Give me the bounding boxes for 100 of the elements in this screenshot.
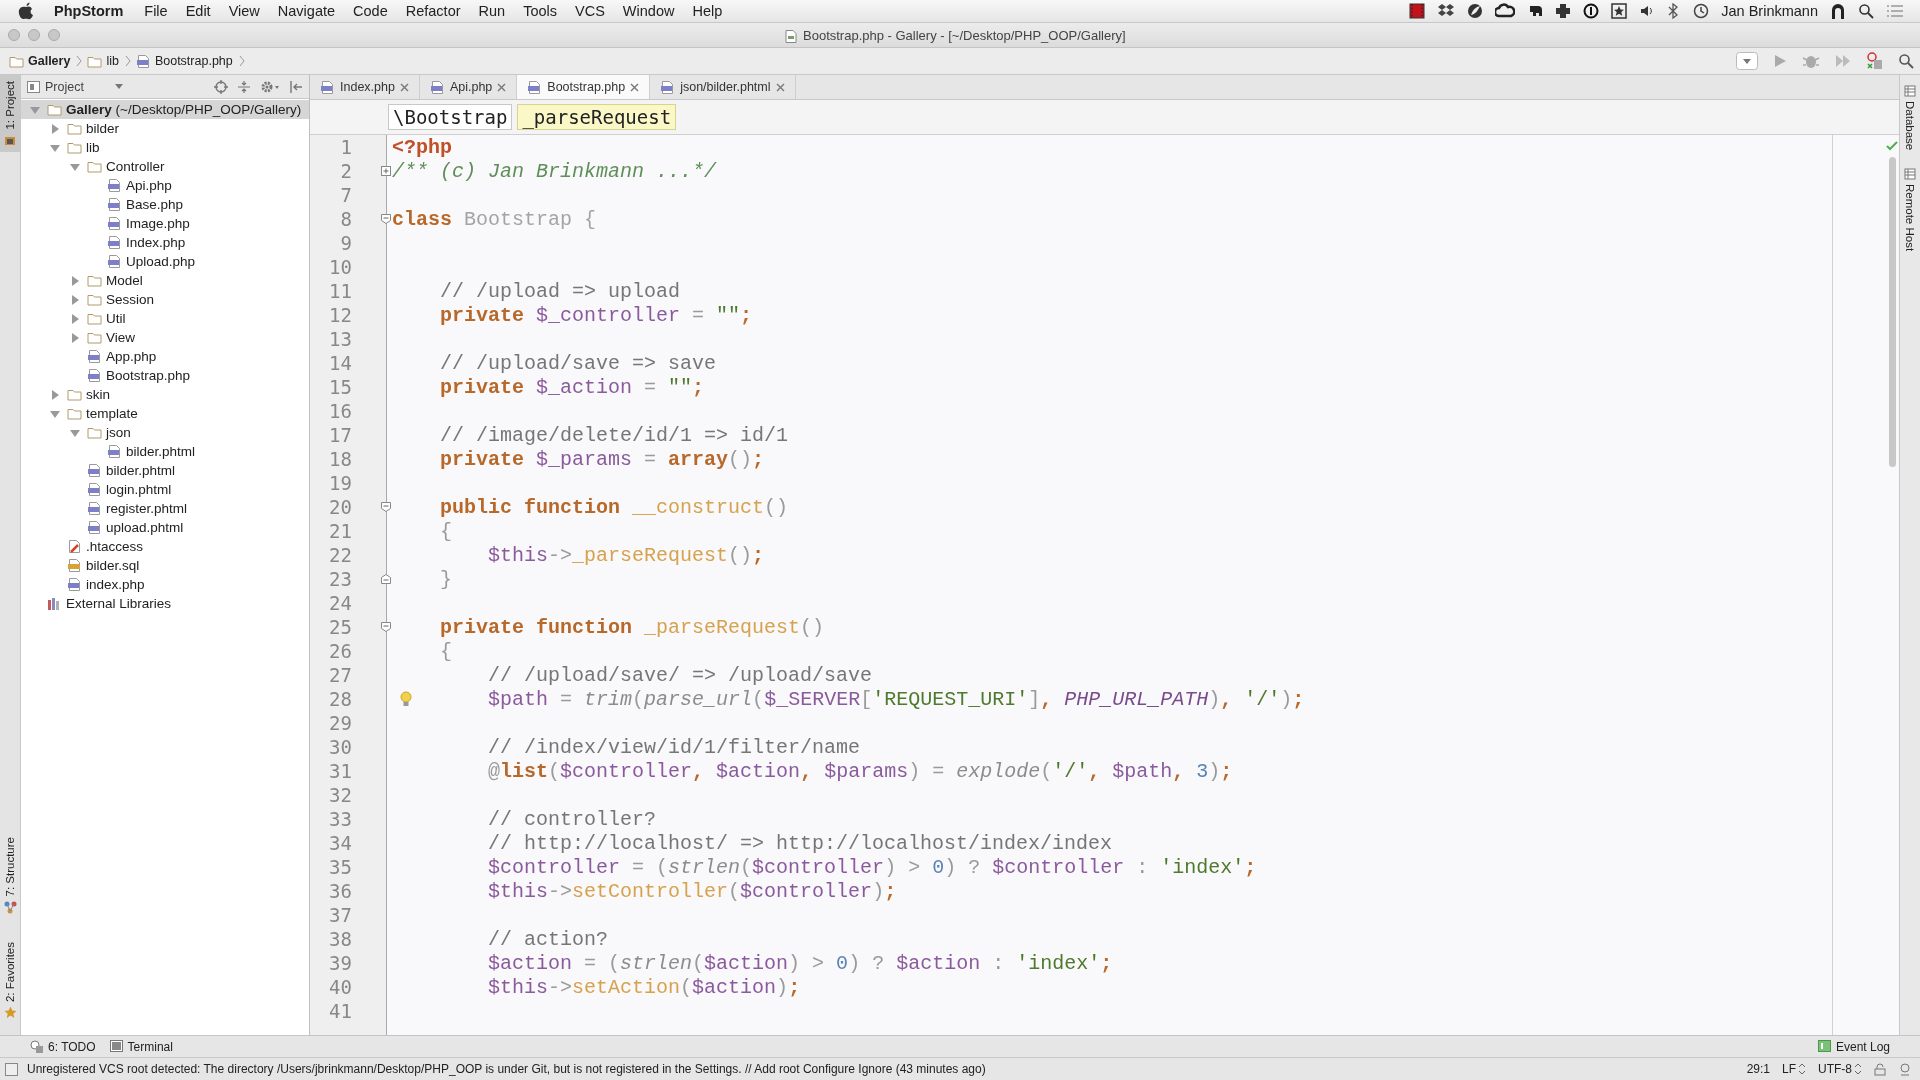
plus-icon[interactable]	[1555, 3, 1572, 19]
minimize-icon[interactable]	[28, 29, 40, 41]
tool-window-button[interactable]: Database	[1904, 101, 1916, 151]
info-icon[interactable]	[1583, 3, 1600, 19]
tree-row[interactable]: Gallery (~/Desktop/PHP_OOP/Gallery)	[21, 100, 309, 119]
tree-row[interactable]: App.php	[21, 347, 309, 366]
menu-item[interactable]: Edit	[176, 3, 220, 19]
tree-row[interactable]: lib	[21, 138, 309, 157]
tool-window-button[interactable]: 7: Structure	[4, 837, 16, 897]
tree-row[interactable]: Api.php	[21, 176, 309, 195]
tree-row[interactable]: template	[21, 404, 309, 423]
tree-row[interactable]: bilder.phtml	[21, 442, 309, 461]
user-icon[interactable]	[1830, 2, 1846, 20]
close-icon[interactable]	[497, 82, 507, 92]
tree-row[interactable]: bilder	[21, 119, 309, 138]
expand-arrow-icon[interactable]	[69, 331, 81, 344]
fold-icon[interactable]	[381, 214, 391, 224]
menu-item[interactable]: Tools	[514, 3, 566, 19]
hide-icon[interactable]	[289, 79, 303, 94]
tree-row[interactable]: bilder.phtml	[21, 461, 309, 480]
tool-window-button[interactable]: Remote Host	[1904, 184, 1916, 252]
panel-toggle-icon[interactable]	[5, 1062, 18, 1076]
fold-icon[interactable]	[381, 622, 391, 632]
lightbulb-icon[interactable]	[400, 691, 412, 707]
breadcrumb[interactable]: lib	[106, 54, 119, 68]
expand-arrow-icon[interactable]	[69, 312, 81, 325]
tree-row[interactable]: register.phtml	[21, 499, 309, 518]
updown-icon[interactable]	[1854, 1063, 1862, 1075]
film-icon[interactable]	[1409, 3, 1426, 19]
breadcrumb[interactable]: Bootstrap.php	[154, 54, 233, 68]
caret-position[interactable]: 29:1	[1746, 1062, 1770, 1076]
editor-tab[interactable]: Index.php	[310, 75, 420, 99]
settings-icon[interactable]	[260, 79, 280, 94]
line-separator[interactable]: LF	[1782, 1062, 1796, 1076]
tree-row[interactable]: Index.php	[21, 233, 309, 252]
expand-arrow-icon[interactable]	[49, 122, 61, 135]
menu-item[interactable]: Run	[469, 3, 515, 19]
list-icon[interactable]	[1886, 4, 1904, 18]
tree-row[interactable]: Bootstrap.php	[21, 366, 309, 385]
dropdown-icon[interactable]	[1736, 52, 1758, 70]
search-icon[interactable]	[1898, 53, 1914, 69]
expand-arrow-icon[interactable]	[69, 293, 81, 306]
menu-item[interactable]: File	[135, 3, 177, 19]
editor-tab[interactable]: Bootstrap.php	[517, 75, 651, 99]
collapse-icon[interactable]	[237, 79, 251, 94]
tree-row[interactable]: login.phtml	[21, 480, 309, 499]
tree-row[interactable]: index.php	[21, 575, 309, 594]
tree-row[interactable]: json	[21, 423, 309, 442]
tree-row[interactable]: Image.php	[21, 214, 309, 233]
clock-icon[interactable]	[1691, 3, 1710, 19]
inspector-icon[interactable]	[1898, 1062, 1912, 1076]
star-icon[interactable]	[1611, 3, 1628, 19]
tree-row[interactable]: Session	[21, 290, 309, 309]
tool-window-button[interactable]: 6: TODO	[48, 1039, 96, 1054]
cloud-icon[interactable]	[1495, 3, 1516, 19]
updown-icon[interactable]	[1798, 1063, 1806, 1075]
zoom-icon[interactable]	[48, 29, 60, 41]
tree-row[interactable]: bilder.sql	[21, 556, 309, 575]
close-icon[interactable]	[630, 82, 640, 92]
tree-row[interactable]: Upload.php	[21, 252, 309, 271]
tree-row[interactable]: External Libraries	[21, 594, 309, 613]
stop-icon[interactable]	[1866, 52, 1884, 70]
app-menu[interactable]: PhpStorm	[34, 3, 136, 19]
run-icon[interactable]	[1772, 53, 1788, 69]
menu-item[interactable]: Window	[613, 3, 684, 19]
tree-row[interactable]: Model	[21, 271, 309, 290]
code-breadcrumb[interactable]: \Bootstrap	[388, 104, 513, 130]
lock-icon[interactable]	[1874, 1062, 1886, 1076]
close-icon[interactable]	[8, 29, 20, 41]
fold-expand-icon[interactable]	[381, 166, 391, 176]
leaf-icon[interactable]	[1467, 3, 1484, 19]
bug-icon[interactable]	[1802, 53, 1820, 69]
menu-item[interactable]: Refactor	[396, 3, 470, 19]
expand-arrow-icon[interactable]	[69, 274, 81, 287]
close-icon[interactable]	[775, 82, 785, 92]
tool-window-button[interactable]: Terminal	[127, 1039, 173, 1054]
tree-row[interactable]: upload.phtml	[21, 518, 309, 537]
file-encoding[interactable]: UTF-8	[1818, 1062, 1852, 1076]
tree-row[interactable]: .htaccess	[21, 537, 309, 556]
menu-item[interactable]: VCS	[566, 3, 614, 19]
bluetooth-icon[interactable]	[1667, 3, 1680, 19]
tool-window-button[interactable]: Event Log	[1835, 1039, 1890, 1054]
tree-row[interactable]: Util	[21, 309, 309, 328]
menu-item[interactable]: Navigate	[268, 3, 345, 19]
tool-window-button[interactable]: 1: Project	[0, 75, 20, 152]
close-icon[interactable]	[399, 82, 409, 92]
tree-row[interactable]: View	[21, 328, 309, 347]
expand-arrow-icon[interactable]	[49, 388, 61, 401]
target-icon[interactable]	[214, 79, 228, 94]
fold-end-icon[interactable]	[381, 574, 391, 584]
code-breadcrumb[interactable]: _parseRequest	[517, 104, 677, 130]
apple-icon[interactable]	[18, 2, 34, 20]
tree-row[interactable]: skin	[21, 385, 309, 404]
scrollbar[interactable]	[1888, 157, 1896, 467]
user-name[interactable]: Jan Brinkmann	[1721, 3, 1818, 19]
tree-row[interactable]: Base.php	[21, 195, 309, 214]
breadcrumb[interactable]: Gallery	[28, 54, 71, 68]
editor-tab[interactable]: json/bilder.phtml	[650, 75, 796, 99]
menu-item[interactable]: View	[219, 3, 269, 19]
fold-icon[interactable]	[381, 502, 391, 512]
